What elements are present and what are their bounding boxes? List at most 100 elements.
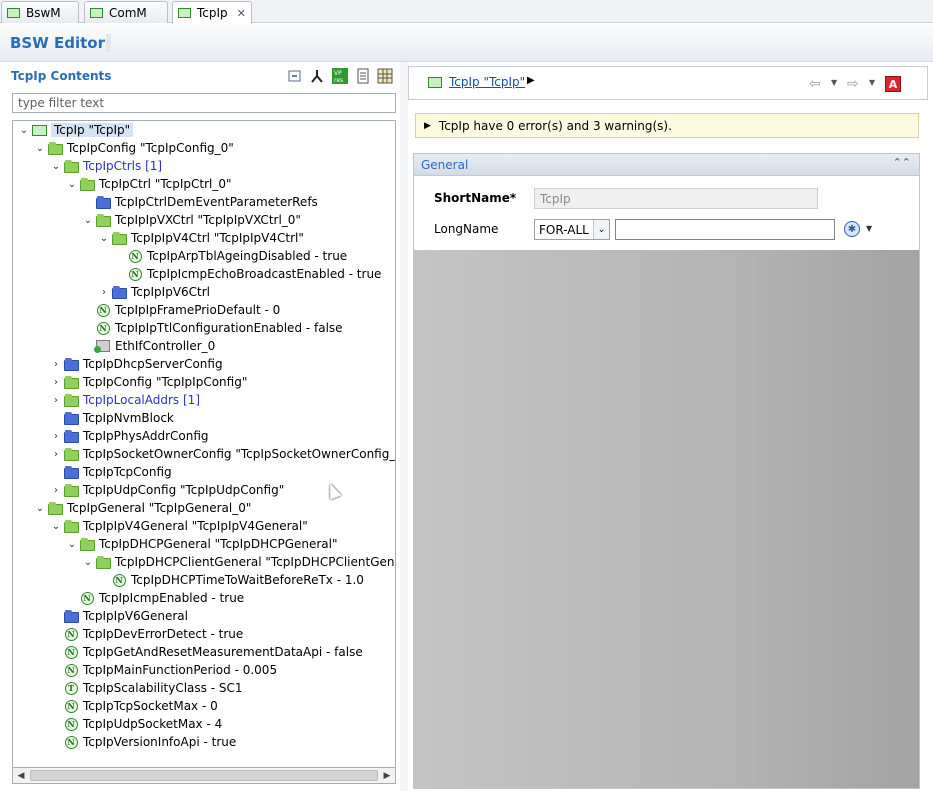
folder-icon — [63, 393, 79, 407]
tree-node[interactable]: N TcpIpIpTtlConfigurationEnabled - false — [81, 319, 343, 337]
folder-icon — [47, 501, 63, 515]
parameter-icon: N — [63, 645, 79, 659]
expand-toggle[interactable]: ⌄ — [65, 535, 79, 553]
tree-node[interactable]: T TcpIpScalabilityClass - SC1 — [49, 679, 243, 697]
tree-node[interactable]: › TcpIpPhysAddrConfig — [49, 427, 209, 445]
tree-node[interactable]: N TcpIpIcmpEchoBroadcastEnabled - true — [113, 265, 381, 283]
tree-node[interactable]: › TcpIpDhcpServerConfig — [49, 355, 223, 373]
expand-arrow-icon[interactable]: ▶ — [424, 121, 431, 131]
tree-node[interactable]: ⌄ TcpIpIpV4Ctrl "TcpIpIpV4Ctrl" — [97, 229, 304, 247]
tree-node[interactable]: TcpIpCtrlDemEventParameterRefs — [81, 193, 318, 211]
expand-toggle[interactable]: › — [49, 445, 63, 463]
breadcrumb-arrow-icon[interactable]: ▶ — [527, 75, 535, 86]
expand-toggle[interactable]: ⌄ — [33, 499, 47, 517]
tree-node[interactable]: N TcpIpMainFunctionPeriod - 0.005 — [49, 661, 277, 679]
tree-node[interactable]: ⌄ TcpIp "TcpIp" — [17, 121, 134, 139]
tree-node[interactable]: › TcpIpIpV6Ctrl — [97, 283, 210, 301]
translate-icon[interactable]: ✱ — [844, 221, 860, 237]
panel-splitter[interactable] — [400, 62, 408, 791]
chevron-down-icon[interactable]: ▼ — [869, 78, 875, 87]
autosar-icon[interactable]: A — [885, 76, 901, 92]
tree-node[interactable]: N TcpIpGetAndResetMeasurementDataApi - fa… — [49, 643, 363, 661]
collapse-all-icon[interactable] — [287, 68, 303, 84]
tree-node[interactable]: TcpIpNvmBlock — [49, 409, 174, 427]
expand-toggle[interactable]: › — [97, 283, 111, 301]
folder-icon — [95, 213, 111, 227]
tree-node[interactable]: ⌄ TcpIpGeneral "TcpIpGeneral_0" — [33, 499, 252, 517]
reference-icon — [94, 339, 111, 353]
tree-node[interactable]: ⌄ TcpIpIpVXCtrl "TcpIpIpVXCtrl_0" — [81, 211, 301, 229]
tree-node[interactable]: N TcpIpTcpSocketMax - 0 — [49, 697, 218, 715]
tree-horizontal-scrollbar[interactable]: ◀ ▶ — [12, 767, 396, 784]
chevron-down-icon[interactable]: ▼ — [866, 224, 872, 233]
title-grip — [106, 34, 111, 52]
tree-node[interactable]: › TcpIpSocketOwnerConfig "TcpIpSocketOwne… — [49, 445, 395, 463]
tree-node[interactable]: TcpIpIpV6General — [49, 607, 188, 625]
language-select[interactable]: FOR-ALL ⌄ — [534, 219, 610, 240]
tree-node[interactable]: N TcpIpUdpSocketMax - 4 — [49, 715, 222, 733]
tree-node[interactable]: N TcpIpVersionInfoApi - true — [49, 733, 236, 751]
vp-res-icon[interactable]: VP res — [332, 68, 348, 84]
tree-node[interactable]: ⌄ TcpIpDHCPClientGeneral "TcpIpDHCPClient… — [81, 553, 395, 571]
tree-node[interactable]: EthIfController_0 — [81, 337, 215, 355]
expand-toggle[interactable]: ⌄ — [33, 139, 47, 157]
tree-node[interactable]: N TcpIpDHCPTimeToWaitBeforeReTx - 1.0 — [97, 571, 364, 589]
longname-input[interactable] — [615, 219, 835, 240]
forward-icon[interactable]: ⇨ — [847, 76, 859, 92]
tab-tcpip[interactable]: TcpIp ✕ — [172, 1, 252, 24]
back-icon[interactable]: ⇦ — [809, 76, 821, 92]
tree-node[interactable]: N TcpIpIpFramePrioDefault - 0 — [81, 301, 280, 319]
section-header[interactable]: General ⌃⌃ — [414, 154, 919, 176]
section-title: General — [421, 158, 469, 172]
tree-node[interactable]: N TcpIpDevErrorDetect - true — [49, 625, 243, 643]
folder-icon — [63, 609, 79, 623]
tree-node-label: TcpIpIpV4Ctrl "TcpIpIpV4Ctrl" — [131, 231, 304, 245]
expand-toggle[interactable]: › — [49, 355, 63, 373]
folder-icon — [111, 285, 127, 299]
tree-node[interactable]: TcpIpTcpConfig — [49, 463, 172, 481]
expand-toggle[interactable]: ⌄ — [49, 517, 63, 535]
chevron-down-icon[interactable]: ⌄ — [593, 220, 609, 239]
module-icon — [31, 123, 47, 137]
breadcrumb-link[interactable]: TcpIp "TcpIp" — [449, 75, 525, 89]
tree-node[interactable]: ⌄ TcpIpCtrls [1] — [49, 157, 162, 175]
collapse-icon[interactable]: ⌃⌃ — [893, 156, 911, 169]
tree-node[interactable]: ⌄ TcpIpCtrl "TcpIpCtrl_0" — [65, 175, 232, 193]
link-icon[interactable] — [309, 68, 325, 84]
scroll-left-icon[interactable]: ◀ — [14, 769, 28, 783]
chevron-down-icon[interactable]: ▼ — [831, 78, 837, 87]
folder-icon — [79, 177, 95, 191]
tree-node[interactable]: › TcpIpLocalAddrs [1] — [49, 391, 200, 409]
grid-icon[interactable] — [377, 68, 393, 84]
tab-comm[interactable]: ComM — [84, 1, 168, 23]
tree-node[interactable]: N TcpIpArpTblAgeingDisabled - true — [113, 247, 347, 265]
expand-toggle[interactable]: ⌄ — [65, 175, 79, 193]
expand-toggle[interactable]: ⌄ — [49, 157, 63, 175]
expand-toggle[interactable]: ⌄ — [97, 229, 111, 247]
expand-toggle[interactable]: ⌄ — [81, 553, 95, 571]
expand-toggle[interactable]: › — [49, 391, 63, 409]
tree-node[interactable]: › TcpIpConfig "TcpIpIpConfig" — [49, 373, 247, 391]
tree-node[interactable]: ⌄ TcpIpIpV4General "TcpIpIpV4General" — [49, 517, 308, 535]
tab-bswm[interactable]: BswM — [1, 1, 79, 23]
parameter-icon: N — [63, 699, 79, 713]
shortname-field[interactable]: TcpIp — [534, 188, 818, 209]
expand-toggle[interactable]: › — [49, 373, 63, 391]
tree-node[interactable]: ⌄ TcpIpConfig "TcpIpConfig_0" — [33, 139, 234, 157]
tree-node[interactable]: N TcpIpIcmpEnabled - true — [65, 589, 244, 607]
expand-toggle[interactable]: › — [49, 427, 63, 445]
expand-toggle[interactable]: › — [49, 481, 63, 499]
close-icon[interactable]: ✕ — [237, 7, 246, 20]
scroll-right-icon[interactable]: ▶ — [380, 769, 394, 783]
scroll-thumb[interactable] — [30, 770, 378, 781]
validation-status-bar[interactable]: ▶ TcpIp have 0 error(s) and 3 warning(s)… — [415, 113, 919, 138]
contents-header: TcpIp Contents VP res — [11, 66, 398, 88]
tree-node[interactable]: ⌄ TcpIpDHCPGeneral "TcpIpDHCPGeneral" — [65, 535, 338, 553]
filter-input[interactable] — [12, 93, 396, 113]
contents-tree[interactable]: ⌄ TcpIp "TcpIp" ⌄ TcpIpConfig "TcpIpConfig… — [12, 120, 396, 767]
document-icon[interactable] — [355, 68, 371, 84]
tree-node[interactable]: › TcpIpUdpConfig "TcpIpUdpConfig" — [49, 481, 284, 499]
expand-toggle[interactable]: ⌄ — [17, 121, 31, 139]
expand-toggle[interactable]: ⌄ — [81, 211, 95, 229]
svg-text:VP: VP — [334, 70, 342, 77]
